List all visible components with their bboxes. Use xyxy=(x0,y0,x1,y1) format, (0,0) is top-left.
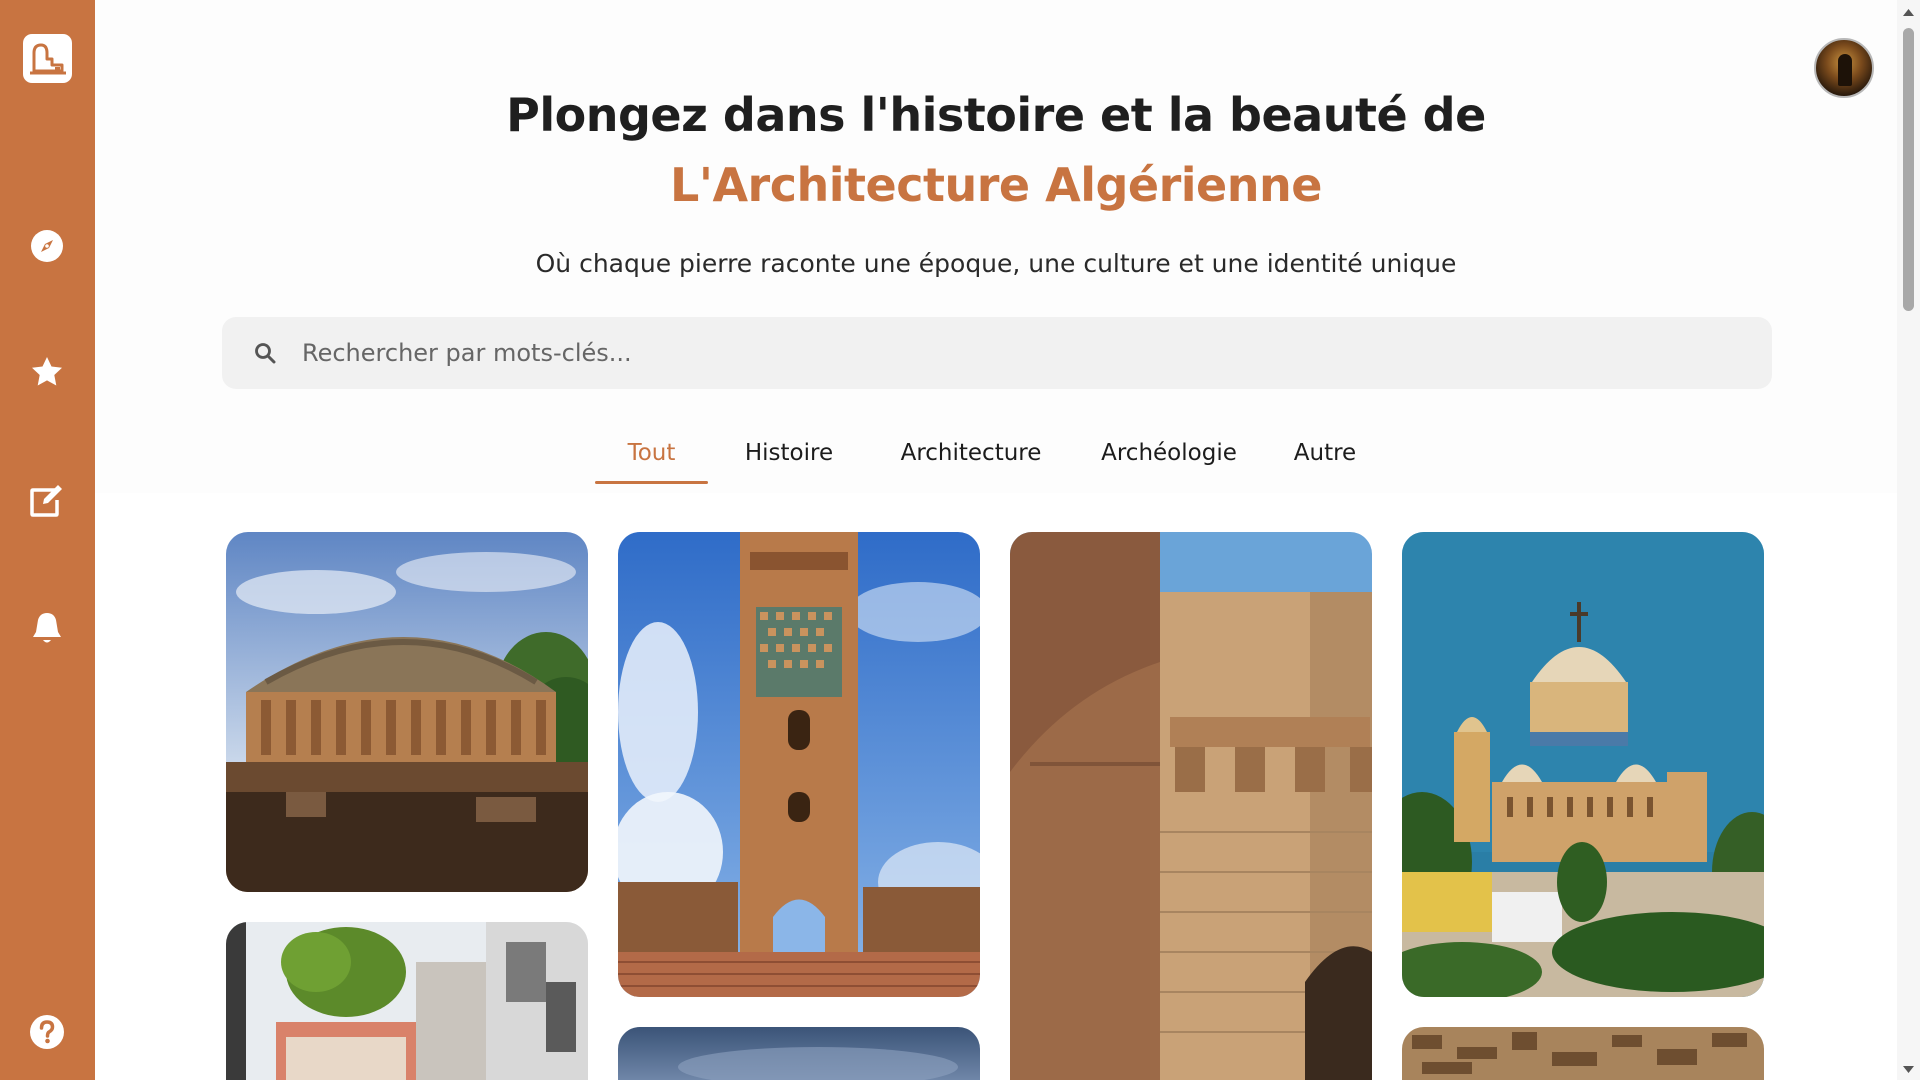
scroll-down-arrow-icon[interactable] xyxy=(1903,1066,1914,1074)
gallery-card-mausoleum[interactable] xyxy=(226,532,588,892)
gallery-card-casbah[interactable] xyxy=(226,922,588,1080)
tab-architecture[interactable]: Architecture xyxy=(885,436,1057,488)
scroll-up-arrow-icon[interactable] xyxy=(1903,8,1914,16)
category-tabs: Tout Histoire Architecture Archéologie A… xyxy=(95,436,1897,488)
gallery-card-fortress[interactable] xyxy=(1010,532,1372,1080)
tab-archeologie[interactable]: Archéologie xyxy=(1088,436,1250,488)
tab-histoire[interactable]: Histoire xyxy=(727,436,851,488)
gallery-card-minaret[interactable] xyxy=(618,532,980,997)
help-icon[interactable] xyxy=(25,1010,69,1054)
page-title-highlight: L'Architecture Algérienne xyxy=(670,158,1322,212)
search-icon xyxy=(255,343,276,364)
page-scrollbar[interactable] xyxy=(1897,0,1920,1080)
hero-section: Plongez dans l'histoire et la beauté de … xyxy=(95,0,1897,493)
sidebar xyxy=(0,0,95,1080)
compass-icon[interactable] xyxy=(25,224,69,268)
building-logo-icon[interactable] xyxy=(23,34,72,83)
scrollbar-thumb[interactable] xyxy=(1903,28,1914,311)
gallery-card-landscape[interactable] xyxy=(618,1027,980,1080)
bell-icon[interactable] xyxy=(25,606,69,650)
gallery-card-aerial-town[interactable] xyxy=(1402,1027,1764,1080)
search-bar[interactable] xyxy=(222,317,1772,389)
active-tab-indicator xyxy=(595,481,708,484)
page-title: Plongez dans l'histoire et la beauté de xyxy=(506,88,1486,142)
edit-icon[interactable] xyxy=(25,478,69,522)
star-icon[interactable] xyxy=(25,350,69,394)
gallery-card-basilica[interactable] xyxy=(1402,532,1764,997)
page-subtitle: Où chaque pierre raconte une époque, une… xyxy=(535,249,1457,278)
main-content: Plongez dans l'histoire et la beauté de … xyxy=(95,0,1897,1080)
search-input[interactable] xyxy=(302,317,1742,389)
tab-autre[interactable]: Autre xyxy=(1281,436,1369,488)
